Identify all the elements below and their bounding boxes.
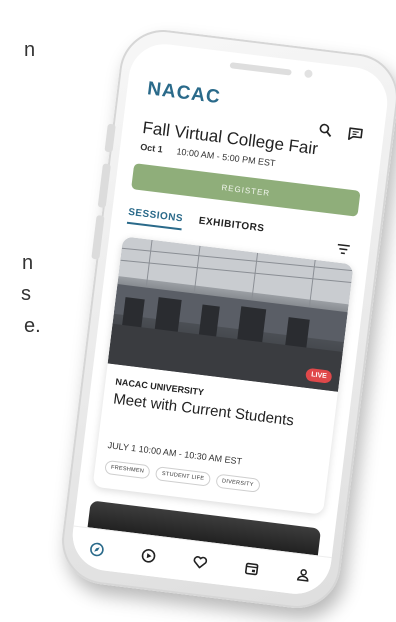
session-title: Meet with Current Students — [112, 390, 295, 430]
tab-sessions[interactable]: SESSIONS — [126, 206, 184, 231]
tag-chip[interactable]: FRESHMEN — [104, 459, 151, 480]
side-text-fragment-3: s — [21, 283, 31, 305]
phone-mockup: NACAC Fall Virtual College Fair Oct 1 10… — [57, 25, 396, 613]
front-camera — [304, 69, 313, 79]
search-icon[interactable] — [317, 121, 335, 139]
tag-chip[interactable]: DIVERSITY — [215, 473, 261, 493]
chat-icon[interactable] — [347, 125, 365, 143]
event-date: Oct 1 — [139, 141, 164, 155]
tab-bar: SESSIONS EXHIBITORS — [126, 206, 265, 241]
filter-icon[interactable] — [334, 240, 352, 258]
heart-icon[interactable] — [191, 553, 209, 571]
side-text-fragment-4: e. — [24, 315, 41, 337]
register-button[interactable]: REGISTER — [131, 163, 361, 217]
side-text-fragment-2: n — [22, 252, 34, 274]
calendar-icon[interactable] — [243, 560, 261, 578]
speaker-notch — [229, 62, 292, 76]
top-actions — [317, 121, 365, 142]
profile-icon[interactable] — [294, 566, 312, 584]
app-logo: NACAC — [146, 78, 222, 109]
explore-icon[interactable] — [88, 541, 106, 559]
session-card[interactable]: LIVE NACAC UNIVERSITY Meet with Current … — [92, 236, 354, 515]
tag-chip[interactable]: STUDENT LIFE — [155, 466, 212, 487]
side-text-fragment-1: n — [24, 39, 36, 61]
tab-exhibitors[interactable]: EXHIBITORS — [197, 216, 265, 241]
play-icon[interactable] — [140, 547, 158, 565]
